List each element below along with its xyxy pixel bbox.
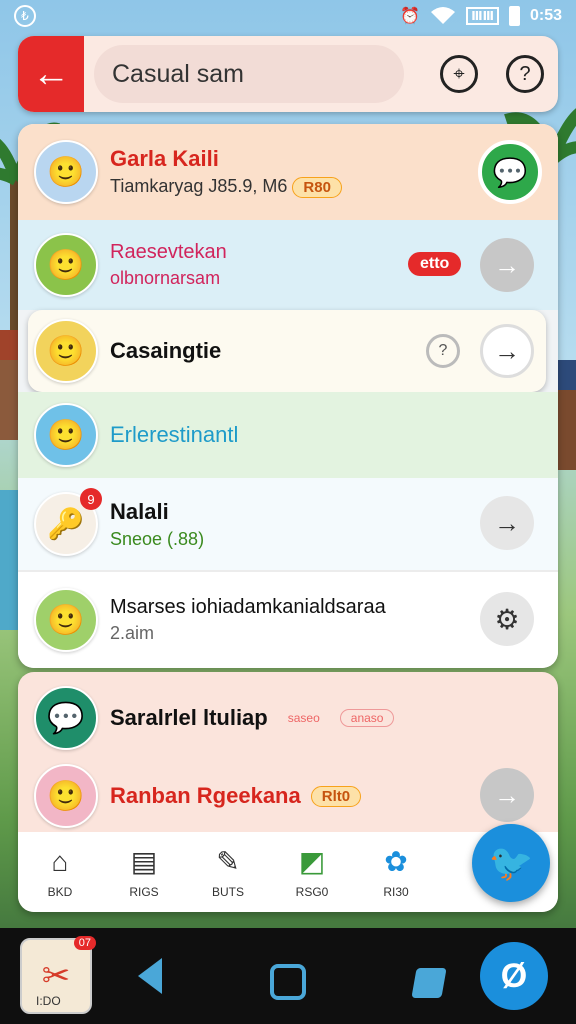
flag-icon: ◩ [298,846,326,877]
status-badge: anaso [339,709,395,727]
flower-icon: ✿ [384,846,408,877]
chat-bubble-icon: 💬 [34,686,98,750]
list-item[interactable]: 🔑 9 Nalali Sneoe (.88) → [18,478,558,570]
status-badge: R80 [292,177,342,198]
nav-label: BUTS [211,885,244,899]
list-item[interactable]: 🙂 Garla Kaili Tiamkaryag J85.9, M6 R80 💬 [18,124,558,220]
avatar: 🙂 [34,403,98,467]
list-item[interactable]: 🙂 Ranban Rgeekana Rlt0 → [18,758,558,834]
home-square-icon[interactable] [270,964,306,1000]
nav-home[interactable]: ⌂ BKD [18,845,102,899]
settings-button[interactable]: ⚙ [480,592,534,646]
wifi-icon [431,7,456,24]
count-badge: 9 [80,488,102,510]
list-item-title: Msarses iohiadamkanialdsaraa [110,596,386,618]
chat-bubble-icon[interactable]: 💬 [478,140,542,204]
list-item[interactable]: 🙂 Casaingtie ? → [18,310,558,392]
nav-explore[interactable]: ✿ RI30 [354,845,438,899]
forward-button[interactable]: → [480,324,534,378]
list-item-title: Nalali [110,498,169,524]
list-item-subtitle: olbnornarsam [110,268,221,288]
home-icon: ⌂ [51,846,69,877]
list-item-title: Garla Kaili [110,146,219,171]
list-item[interactable]: 💬 Saralrlel ltuliap saseo anaso [18,678,558,758]
help-icon[interactable]: ? [506,55,544,93]
nav-label: RSG0 [295,885,329,899]
forward-button[interactable]: → [480,238,534,292]
edit-icon: ✎ [216,846,240,877]
search-bar: ← Casual sam ⌖ ? [18,36,558,112]
forward-button[interactable]: → [480,768,534,822]
status-badge: saseo [287,711,320,725]
recents-icon[interactable] [411,968,447,998]
key-icon: 🔑 [47,507,85,541]
back-triangle-icon[interactable] [138,958,162,994]
forward-button[interactable]: → [480,496,534,550]
list-item-title: Erlerestinantl [110,422,239,447]
nav-list[interactable]: ▤ RIGS [102,845,186,899]
status-badge: Rlt0 [310,785,362,807]
clock: 0:53 [529,7,562,24]
back-button[interactable]: ← [18,36,84,112]
list-item[interactable]: 🙂 Raesevtekan olbnornarsam etto → [18,220,558,310]
list-item-subtitle: Sneoe (.88) [110,528,205,549]
list-item[interactable]: 🙂 Msarses iohiadamkanialdsaraa 2.aim ⚙ [18,570,558,668]
avatar: 🙂 [34,140,98,204]
avatar: 🔑 9 [34,488,102,556]
avatar: 🙂 [34,764,98,828]
list-item-subtitle: Tiamkaryag J85.9, M6 R80 [110,176,342,198]
list-item-title: Ranban Rgeekana [110,783,301,808]
compose-fab[interactable]: 🐦 [472,824,550,902]
nav-label: RI30 [383,885,409,899]
search-input[interactable]: Casual sam [94,45,404,103]
battery-icon [508,6,520,26]
alarm-icon: ⏰ [400,8,421,25]
avatar: 🙂 [34,233,98,297]
sim-indicator: ⅢⅢ [466,7,499,25]
status-badge: etto [408,252,462,276]
system-navigation-bar: ✂ 07 I:DO Ø [0,928,576,1024]
nav-flag[interactable]: ◩ RSG0 [270,845,354,899]
filter-icon[interactable]: ⌖ [440,55,478,93]
nav-label: RIGS [129,885,159,899]
count-badge: 07 [73,936,96,950]
avatar: 🙂 [34,319,98,383]
list-item-title: Saralrlel ltuliap [110,705,268,730]
recent-app-thumbnail[interactable]: ✂ 07 I:DO [20,936,96,1014]
list-icon: ▤ [130,846,158,877]
list-item[interactable]: 🙂 Erlerestinantl [18,392,558,478]
list-item-title: Casaingtie [110,338,222,363]
nav-edit[interactable]: ✎ BUTS [186,845,270,899]
contact-list: 🙂 Garla Kaili Tiamkaryag J85.9, M6 R80 💬… [18,124,558,668]
avatar: 🙂 [34,588,98,652]
bird-icon: 🐦 [488,842,534,883]
list-item-subtitle: 2.aim [110,623,155,643]
nav-label: BKD [47,885,73,899]
assistant-button[interactable]: Ø [480,942,548,1010]
search-query: Casual sam [112,59,244,88]
notification-icon: ₺ [14,5,36,27]
list-item-title: Raesevtekan [110,241,227,263]
app-label: I:DO [36,994,61,1008]
arrow-left-icon: ← [32,52,70,95]
help-icon[interactable]: ? [426,334,460,368]
status-bar: ₺ ⏰ ⅢⅢ 0:53 [0,0,576,32]
scissors-icon: ✂ [41,957,71,995]
